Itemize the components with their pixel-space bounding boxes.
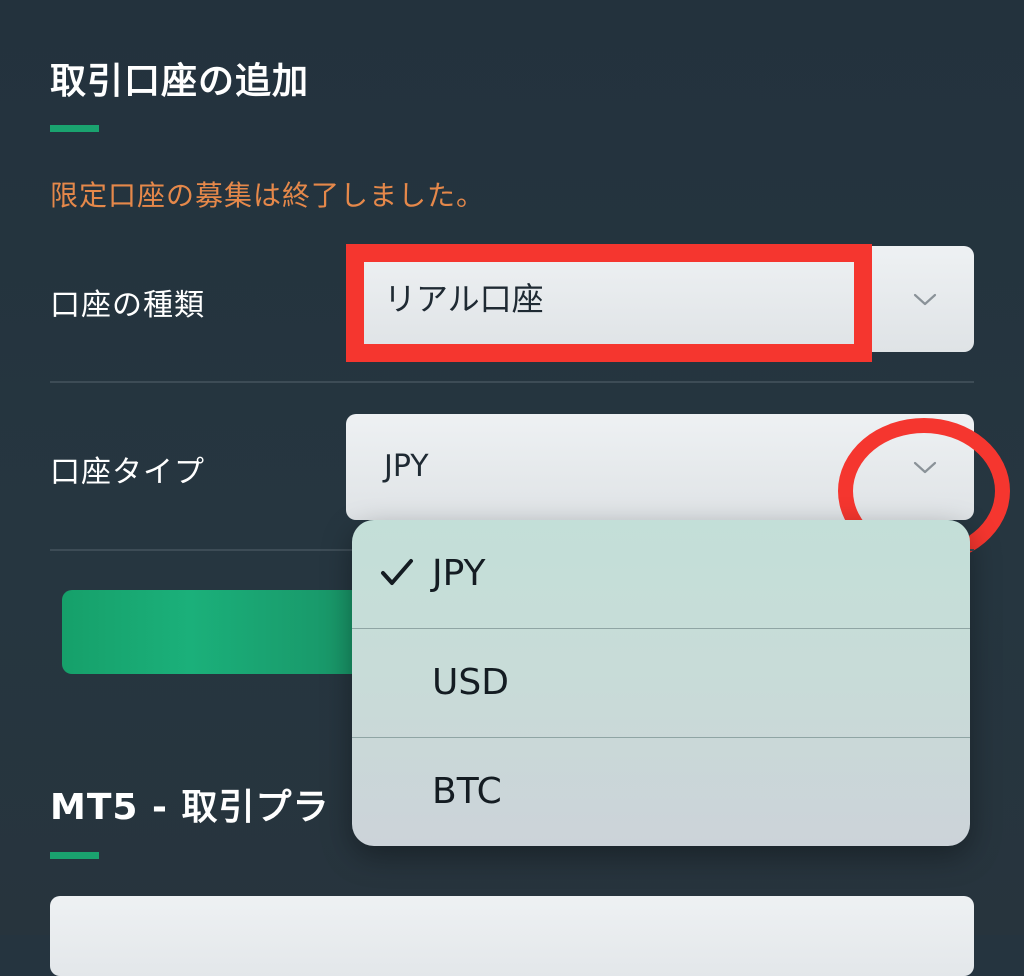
chevron-down-icon[interactable] — [912, 286, 938, 312]
notice-text: 限定口座の募集は終了しました。 — [50, 179, 486, 212]
row-divider — [50, 381, 974, 383]
submit-button[interactable] — [62, 590, 382, 674]
dropdown-option-label: USD — [432, 662, 509, 703]
dropdown-option-usd[interactable]: USD — [352, 628, 970, 737]
section-title-accent — [50, 125, 99, 132]
dropdown-option-btc[interactable]: BTC — [352, 737, 970, 846]
account-type-dropdown: JPY USD BTC — [352, 520, 970, 846]
section-title-mt5: MT5 - 取引プラ — [50, 787, 330, 828]
section-title-add-account: 取引口座の追加 — [50, 61, 310, 102]
annotation-highlight-box — [346, 244, 872, 362]
dropdown-option-jpy[interactable]: JPY — [352, 520, 970, 628]
dropdown-option-label: JPY — [432, 553, 486, 594]
account-type-label: 口座タイプ — [50, 455, 205, 490]
checkmark-icon — [381, 559, 413, 585]
dropdown-option-label: BTC — [432, 771, 502, 812]
platform-card[interactable] — [50, 896, 974, 976]
section-title-accent — [50, 852, 99, 859]
account-kind-label: 口座の種類 — [50, 288, 205, 323]
account-type-value: JPY — [384, 449, 429, 484]
